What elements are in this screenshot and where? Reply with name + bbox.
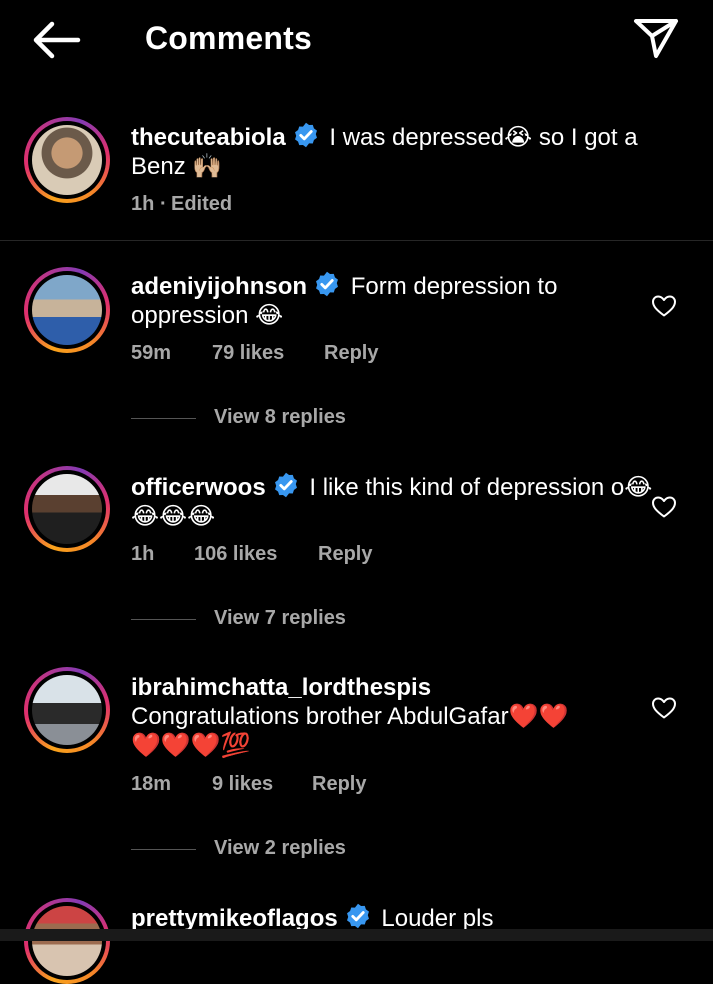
avatar — [32, 275, 102, 345]
avatar — [32, 906, 102, 976]
likes-count[interactable]: 9 likes — [212, 773, 273, 796]
divider-line — [131, 418, 196, 419]
avatar — [32, 474, 102, 544]
username[interactable]: prettymikeoflagos — [131, 905, 338, 932]
timestamp: 1h — [131, 193, 155, 215]
verified-badge-icon — [274, 472, 297, 498]
heart-icon[interactable] — [651, 294, 677, 318]
timestamp: 59m — [131, 342, 172, 364]
top-bar: Comments — [0, 0, 713, 80]
reply-button[interactable]: Reply — [318, 543, 372, 566]
verified-badge-icon — [316, 271, 338, 297]
divider-line — [131, 849, 196, 850]
paper-plane-icon[interactable] — [630, 14, 682, 62]
reply-button[interactable]: Reply — [312, 773, 366, 796]
timestamp: 1h — [131, 543, 155, 565]
avatar-story-ring[interactable] — [24, 667, 110, 753]
avatar-story-ring[interactable] — [24, 267, 110, 353]
username[interactable]: officerwoos — [131, 474, 266, 501]
avatar — [32, 125, 102, 195]
username[interactable]: ibrahimchatta_lordthespis — [131, 673, 591, 702]
timestamp: 18m — [131, 773, 172, 795]
page-title: Comments — [145, 20, 312, 56]
reply-button[interactable]: Reply — [324, 342, 378, 365]
comment-input-bar[interactable] — [0, 929, 713, 941]
comment-text: officerwoos I like this kind of depressi… — [131, 471, 661, 531]
likes-count[interactable]: 106 likes — [194, 543, 277, 566]
divider — [0, 240, 713, 241]
edited-label: Edited — [171, 193, 233, 215]
comment-body: Congratulations brother AbdulGafar❤️❤️❤️… — [131, 703, 569, 759]
caption-text: thecuteabiola I was depressed😭 so I got … — [131, 121, 661, 181]
verified-badge-icon — [294, 122, 317, 148]
separator: · — [160, 193, 167, 215]
view-replies-label: View 8 replies — [214, 406, 346, 428]
heart-icon[interactable] — [651, 696, 677, 720]
avatar-story-ring[interactable] — [24, 117, 110, 203]
comment-text: ibrahimchatta_lordthespis Congratulation… — [131, 673, 591, 760]
divider-line — [131, 619, 196, 620]
avatar-story-ring[interactable] — [24, 898, 110, 984]
avatar — [32, 675, 102, 745]
avatar-story-ring[interactable] — [24, 466, 110, 552]
view-replies-label: View 7 replies — [214, 607, 346, 629]
comment-text: adeniyijohnson Form depression to oppres… — [131, 270, 661, 330]
username[interactable]: thecuteabiola — [131, 124, 286, 151]
username[interactable]: adeniyijohnson — [131, 273, 307, 300]
arrow-left-icon[interactable] — [30, 20, 82, 60]
comment-body: Louder pls — [381, 905, 494, 932]
verified-badge-icon — [346, 903, 369, 929]
heart-icon[interactable] — [651, 495, 677, 519]
view-replies-label: View 2 replies — [214, 837, 346, 859]
likes-count[interactable]: 79 likes — [212, 342, 284, 365]
